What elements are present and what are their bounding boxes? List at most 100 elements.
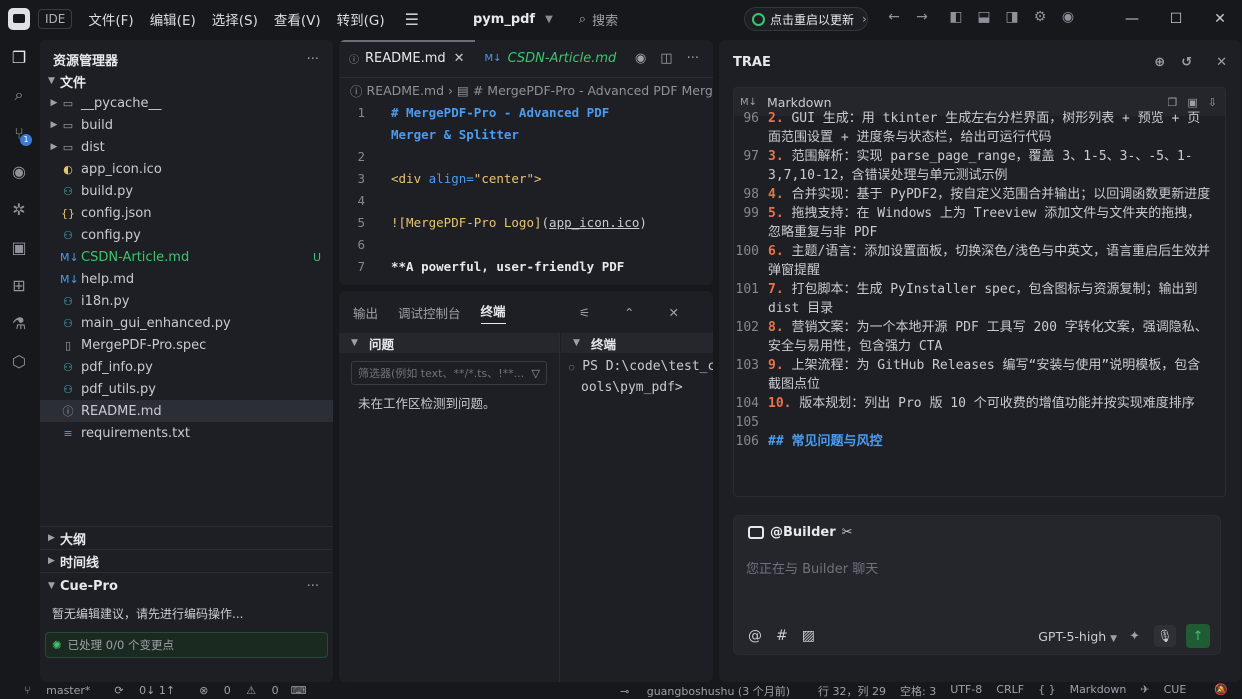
tree-folder-dist[interactable]: ▶ ▭ dist xyxy=(40,136,333,158)
send-button[interactable]: ↑ xyxy=(1186,624,1210,648)
menu-edit[interactable]: 编辑(E) xyxy=(150,9,196,29)
microphone-icon[interactable]: 🎙 xyxy=(1154,625,1176,647)
copy-icon[interactable]: ❐ xyxy=(1168,96,1178,109)
menu-selection[interactable]: 选择(S) xyxy=(212,9,258,29)
tab-debug-console[interactable]: 调试控制台 xyxy=(398,303,461,322)
tab-terminal[interactable]: 终端 xyxy=(480,301,506,324)
more-actions-icon[interactable]: ··· xyxy=(307,579,319,594)
tree-file-csdn-article[interactable]: M↓ CSDN-Article.md U xyxy=(40,246,333,268)
eye-icon[interactable]: ◉ xyxy=(0,152,38,190)
cursor-position[interactable]: 行 32，列 29 xyxy=(818,683,886,699)
ide-badge[interactable]: IDE xyxy=(38,9,73,29)
close-tab-icon[interactable]: ✕ xyxy=(454,51,465,66)
menu-go[interactable]: 转到(G) xyxy=(337,9,385,29)
tree-file-pdf-utils[interactable]: ⚇ pdf_utils.py xyxy=(40,378,333,400)
remote-screen-icon[interactable]: ▣ xyxy=(0,228,38,266)
terminal-header[interactable]: ▼ 终端 xyxy=(561,333,713,353)
search-label[interactable]: 搜索 xyxy=(592,10,618,29)
minimize-icon[interactable]: — xyxy=(1110,0,1154,38)
model-selector[interactable]: GPT-5-high ▼ xyxy=(1038,629,1117,644)
maximize-icon[interactable]: ☐ xyxy=(1154,0,1198,38)
branch-status[interactable]: ⑂ master* xyxy=(12,684,90,697)
toggle-sidebar-icon[interactable]: ◧ xyxy=(946,9,966,25)
breadcrumb-file[interactable]: README.md xyxy=(367,83,445,98)
image-upload-icon[interactable]: ▨ xyxy=(802,628,815,644)
extensions-icon[interactable]: ⊞ xyxy=(0,266,38,304)
tree-file-requirements[interactable]: ≡ requirements.txt xyxy=(40,422,333,444)
sync-status[interactable]: ⟳ 0↓ 1↑ xyxy=(102,684,175,697)
menu-view[interactable]: 查看(V) xyxy=(274,9,321,29)
toggle-panel-icon[interactable]: ⬓ xyxy=(974,9,994,25)
source-control-icon[interactable]: ⑂ 1 xyxy=(0,114,38,152)
indentation[interactable]: 空格: 3 xyxy=(900,683,936,699)
tree-folder-build[interactable]: ▶ ▭ build xyxy=(40,114,333,136)
tab-csdn-article[interactable]: M↓ CSDN-Article.md xyxy=(475,40,627,78)
tree-file-pdf-info[interactable]: ⚇ pdf_info.py xyxy=(40,356,333,378)
sparkle-icon[interactable]: ✦ xyxy=(1129,629,1140,644)
braces-icon[interactable]: { } xyxy=(1038,683,1056,699)
settings-gear-icon[interactable]: ⚙ xyxy=(1030,9,1050,25)
chat-input-box[interactable]: @Builder ✂ 您正在与 Builder 聊天 @ # ▨ GPT-5-h… xyxy=(733,515,1221,655)
preview-eye-icon[interactable]: ◉ xyxy=(635,51,646,66)
debug-bug-icon[interactable]: ✲ xyxy=(0,190,38,228)
apply-icon[interactable]: ⇩ xyxy=(1208,96,1217,109)
maximize-panel-icon[interactable]: ⌃ xyxy=(624,305,634,320)
tree-file-readme[interactable]: ⓘ README.md xyxy=(40,400,333,422)
account-icon[interactable]: ◉ xyxy=(1058,9,1078,25)
forward-icon[interactable]: → xyxy=(912,9,932,25)
search-files-icon[interactable]: ⌕ xyxy=(0,76,38,114)
close-panel-icon[interactable]: ✕ xyxy=(1216,55,1227,70)
tab-readme[interactable]: ⓘ README.md ✕ xyxy=(339,40,475,78)
tree-file-config-py[interactable]: ⚇ config.py xyxy=(40,224,333,246)
language-mode[interactable]: Markdown xyxy=(1070,683,1127,699)
search-icon[interactable]: ⌕ xyxy=(579,12,586,27)
tree-file-build-py[interactable]: ⚇ build.py xyxy=(40,180,333,202)
split-editor-icon[interactable]: ◫ xyxy=(660,51,672,66)
chat-agent-name[interactable]: @Builder xyxy=(770,525,836,540)
testing-flask-icon[interactable]: ⚗ xyxy=(0,304,38,342)
new-chat-icon[interactable]: ⊕ xyxy=(1154,55,1165,70)
cue-status[interactable]: ✈ CUE xyxy=(1140,683,1200,699)
filter-funnel-icon[interactable]: ▽ xyxy=(532,367,540,380)
restart-update-button[interactable]: 点击重启以更新 › xyxy=(744,7,868,31)
tree-file-help-md[interactable]: M↓ help.md xyxy=(40,268,333,290)
cue-pro-section-header[interactable]: ▼ Cue-Pro ··· xyxy=(40,573,333,599)
history-icon[interactable]: ↺ xyxy=(1181,55,1192,70)
keyboard-icon[interactable]: ⌨ xyxy=(291,684,307,697)
toggle-secondary-sidebar-icon[interactable]: ◨ xyxy=(1002,9,1022,25)
more-actions-icon[interactable]: ··· xyxy=(687,51,699,66)
back-icon[interactable]: ← xyxy=(884,9,904,25)
menu-file[interactable]: 文件(F) xyxy=(88,9,133,29)
tab-output[interactable]: 输出 xyxy=(353,303,378,322)
timeline-section-header[interactable]: ▶ 时间线 xyxy=(40,550,333,572)
line-ending[interactable]: CRLF xyxy=(996,683,1024,699)
chat-input-placeholder[interactable]: 您正在与 Builder 聊天 xyxy=(734,548,1220,587)
tree-file-spec[interactable]: ▯ MergePDF-Pro.spec xyxy=(40,334,333,356)
tree-file-i18n-py[interactable]: ⚇ i18n.py xyxy=(40,290,333,312)
close-window-icon[interactable]: ✕ xyxy=(1198,0,1242,38)
tree-file-app-icon[interactable]: ◐ app_icon.ico xyxy=(40,158,333,180)
more-actions-icon[interactable]: ··· xyxy=(307,52,319,67)
panel-layout-icon[interactable]: ⚟ xyxy=(579,305,590,320)
code-link-url[interactable]: app_icon.ico xyxy=(549,215,639,237)
chevron-down-icon[interactable]: ▼ xyxy=(545,14,553,25)
close-panel-icon[interactable]: ✕ xyxy=(669,305,679,320)
tree-folder-pycache[interactable]: ▶ ▭ __pycache__ xyxy=(40,92,333,114)
git-blame-status[interactable]: ⊸ guangboshushu (3 个月前) xyxy=(620,683,804,699)
tree-file-config-json[interactable]: {} config.json xyxy=(40,202,333,224)
explorer-icon[interactable]: ❐ xyxy=(0,38,38,76)
problems-status[interactable]: ⊗ 0 ⚠ 0 xyxy=(187,684,279,697)
package-box-icon[interactable]: ⬡ xyxy=(0,342,38,380)
code-area[interactable]: 1 # MergePDF-Pro - Advanced PDF Merger & … xyxy=(339,102,713,281)
more-menu-icon[interactable]: ☰ xyxy=(405,10,419,29)
outline-section-header[interactable]: ▶ 大纲 xyxy=(40,527,333,549)
hash-context-icon[interactable]: # xyxy=(776,628,788,644)
problems-header[interactable]: ▼ 问题 xyxy=(339,333,559,353)
project-name[interactable]: pym_pdf xyxy=(473,12,535,27)
breadcrumb-section[interactable]: # MergePDF-Pro - Advanced PDF Merger & xyxy=(473,83,713,98)
tools-icon[interactable]: ✂ xyxy=(842,525,853,540)
tree-file-main-gui[interactable]: ⚇ main_gui_enhanced.py xyxy=(40,312,333,334)
terminal-output[interactable]: ○ PS D:\code\test_c ools\pym_pdf> xyxy=(561,353,713,397)
files-section-header[interactable]: ▼ 文件 xyxy=(40,70,333,92)
terminal-view[interactable]: ▼ 终端 ○ PS D:\code\test_c ools\pym_pdf> xyxy=(561,333,713,682)
